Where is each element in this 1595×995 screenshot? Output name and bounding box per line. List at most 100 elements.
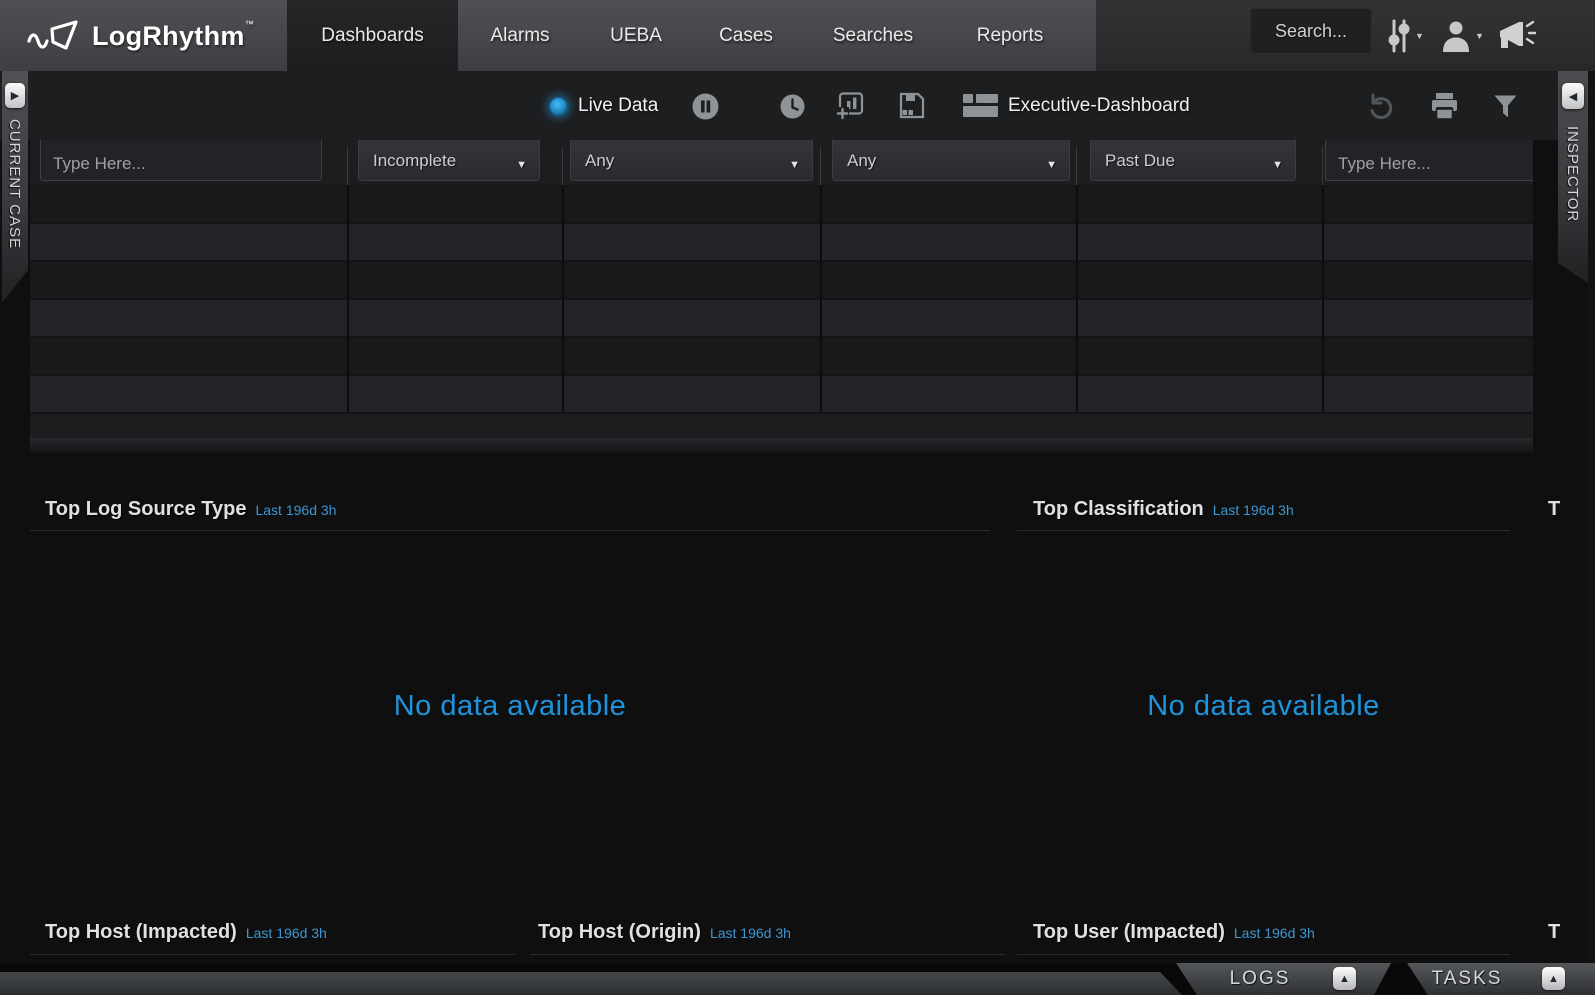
filter-due-value: Past Due [1105,151,1175,171]
triangle-up-icon: ▲ [1548,973,1559,985]
filter-any-value-2: Any [847,151,876,171]
filter-any-dropdown-1[interactable]: Any ▼ [570,140,813,181]
clipped-widget-title: T [1548,921,1586,949]
print-button[interactable] [1430,93,1459,119]
expand-current-case-button[interactable]: ▶ [5,83,25,108]
column-divider [347,147,348,185]
settings-sliders-button[interactable]: ▼ [1386,0,1424,71]
widget-title-text: Top Log Source Type [45,498,246,520]
column-divider [347,186,349,412]
current-case-label: CURRENT CASE [6,119,23,249]
table-row[interactable] [30,186,1533,222]
widget-divider [1017,530,1510,531]
user-icon [1440,19,1472,53]
table-row[interactable] [30,376,1533,412]
clock-icon [780,94,805,119]
pause-button[interactable] [692,93,719,120]
tasks-label: TASKS [1417,968,1517,990]
inspector-panel-tab[interactable]: ◀ INSPECTOR [1558,71,1588,283]
table-row[interactable] [30,262,1533,298]
widget-title-top-user-impacted: Top User (Impacted)Last 196d 3h [1033,921,1315,944]
no-data-message: No data available [1017,690,1510,723]
filter-any-dropdown-2[interactable]: Any ▼ [832,140,1070,181]
filter-any-value-1: Any [585,151,614,171]
tab-reports[interactable]: Reports [944,0,1076,71]
tab-searches[interactable]: Searches [802,0,944,71]
bottom-bar-left-segment[interactable] [0,972,1182,995]
widget-title-top-host-impacted: Top Host (Impacted) Last 196d 3h [45,921,327,944]
trademark: ™ [245,19,254,29]
add-widget-button[interactable] [836,92,864,120]
table-row[interactable] [30,224,1533,260]
expand-logs-button[interactable]: ▲ [1333,967,1356,990]
column-divider [1076,186,1078,412]
funnel-icon [1493,94,1518,119]
print-icon [1430,93,1459,119]
filter-input-1[interactable] [40,140,322,181]
column-divider [1322,186,1324,412]
tasks-drawer-tab[interactable]: TASKS ▲ [1390,963,1595,995]
undo-button[interactable] [1368,92,1396,120]
filter-input-2[interactable] [1325,140,1533,181]
filter-due-dropdown[interactable]: Past Due ▼ [1090,140,1296,181]
expand-inspector-button[interactable]: ◀ [1562,83,1584,109]
user-menu-button[interactable]: ▼ [1440,0,1484,71]
expand-tasks-button[interactable]: ▲ [1542,967,1565,990]
right-gutter [1588,71,1595,963]
column-divider [1322,147,1323,185]
triangle-right-icon: ▶ [11,89,19,102]
dashboard-selector[interactable]: Executive-Dashboard [963,71,1190,140]
triangle-up-icon: ▲ [1339,973,1350,985]
tab-ueba[interactable]: UEBA [582,0,690,71]
table-row[interactable] [30,300,1533,336]
no-data-message: No data available [30,690,990,723]
top-nav-bar: LogRhythm™ Dashboards Alarms UEBA Cases … [0,0,1595,71]
tab-dashboards[interactable]: Dashboards [287,0,458,71]
widget-time-range: Last 196d 3h [1234,925,1315,941]
widget-title-top-classification: Top ClassificationLast 196d 3h [1033,498,1294,521]
tab-cases[interactable]: Cases [690,0,802,71]
sliders-icon [1386,16,1412,56]
current-case-panel-tab[interactable]: ▶ CURRENT CASE [2,71,28,303]
save-dashboard-button[interactable] [898,92,925,119]
filter-status-dropdown[interactable]: Incomplete ▼ [358,140,540,181]
clipped-widget-title: T [1548,498,1586,526]
announcements-button[interactable] [1496,0,1536,71]
caret-down-icon: ▼ [516,159,527,171]
horizontal-scrollbar-track[interactable] [30,414,1533,438]
logrhythm-logo[interactable]: LogRhythm™ [0,0,287,71]
table-bottom-edge [30,438,1533,452]
column-divider [820,147,821,185]
widget-title-text: T [1548,921,1560,943]
widget-title-text: T [1548,498,1560,520]
time-range-button[interactable] [780,94,805,119]
column-divider [1076,147,1077,185]
search-button[interactable]: Search... [1250,8,1372,54]
tab-alarms[interactable]: Alarms [458,0,582,71]
live-data-toggle[interactable]: Live Data [548,95,658,117]
inspector-label: INSPECTOR [1564,126,1581,222]
table-row[interactable] [30,338,1533,374]
dashboard-name: Executive-Dashboard [1008,95,1190,117]
widget-divider [30,954,515,955]
cases-table: Incomplete ▼ Any ▼ Any ▼ Past Due ▼ [30,140,1533,452]
column-divider [820,186,822,412]
caret-down-icon: ▼ [789,159,800,171]
widget-divider [1017,954,1510,955]
logrhythm-dashboard: LogRhythm™ Dashboards Alarms UEBA Cases … [0,0,1595,995]
chevron-down-icon: ▼ [1475,31,1484,41]
undo-icon [1368,92,1396,120]
bottom-dock-bar: LOGS ▲ TASKS ▲ [0,963,1595,995]
widget-title-text: Top Host (Impacted) [45,921,237,943]
filter-button[interactable] [1493,94,1518,119]
logs-drawer-tab[interactable]: LOGS ▲ [1150,963,1395,995]
caret-down-icon: ▼ [1272,159,1283,171]
dashboard-toolbar: Live Data [0,71,1595,140]
widget-time-range: Last 196d 3h [246,925,327,941]
chevron-down-icon: ▼ [1415,31,1424,41]
widget-title-top-log-source-type: Top Log Source TypeLast 196d 3h [45,498,336,521]
widget-title-text: Top Host (Origin) [538,921,701,943]
live-data-label: Live Data [578,95,658,117]
widget-time-range: Last 196d 3h [1213,502,1294,518]
triangle-left-icon: ◀ [1569,90,1577,103]
